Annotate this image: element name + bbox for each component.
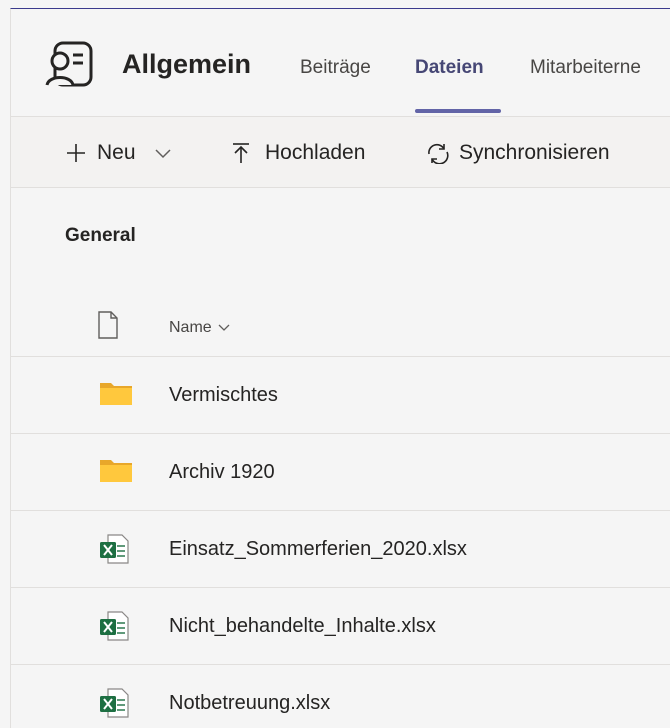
- upload-button[interactable]: Hochladen: [231, 141, 365, 165]
- folder-icon: [100, 383, 132, 405]
- files-toolbar: Neu Hochladen Synchronisieren: [11, 117, 670, 188]
- chevron-down-icon: [155, 149, 171, 159]
- folder-icon: [100, 460, 132, 482]
- plus-icon: [67, 144, 85, 162]
- upload-icon: [233, 143, 249, 163]
- chevron-down-icon: [218, 324, 230, 331]
- file-name: Vermischtes: [169, 384, 278, 406]
- document-icon: [98, 311, 118, 339]
- sync-button[interactable]: Synchronisieren: [425, 141, 610, 165]
- tab-posts[interactable]: Beiträge: [300, 57, 371, 79]
- sync-icon: [428, 143, 449, 164]
- excel-file-icon: [100, 534, 129, 564]
- name-column-header[interactable]: Name: [169, 319, 231, 337]
- team-avatar-icon: [45, 41, 93, 87]
- upload-label: Hochladen: [265, 141, 366, 164]
- list-item[interactable]: Einsatz_Sommerferien_2020.xlsx: [11, 511, 670, 588]
- file-name: Archiv 1920: [169, 461, 275, 483]
- new-label: Neu: [97, 141, 136, 164]
- name-column-label: Name: [169, 319, 212, 336]
- channel-header: Allgemein Beiträge Dateien Mitarbeiterne: [11, 9, 670, 117]
- file-name: Einsatz_Sommerferien_2020.xlsx: [169, 538, 467, 560]
- file-name: Nicht_behandelte_Inhalte.xlsx: [169, 615, 436, 637]
- tab-files[interactable]: Dateien: [415, 57, 484, 79]
- excel-file-icon: [100, 611, 129, 641]
- team-name: Allgemein: [122, 49, 252, 79]
- new-button[interactable]: Neu: [65, 141, 172, 165]
- file-list: Name Vermischtes Archiv 1920 Einsatz_Som…: [11, 294, 670, 728]
- excel-file-icon: [100, 688, 129, 718]
- list-item[interactable]: Nicht_behandelte_Inhalte.xlsx: [11, 588, 670, 665]
- list-item[interactable]: Archiv 1920: [11, 434, 670, 511]
- file-name: Notbetreuung.xlsx: [169, 692, 331, 714]
- sync-label: Synchronisieren: [459, 141, 610, 164]
- list-item[interactable]: Notbetreuung.xlsx: [11, 665, 670, 728]
- list-item[interactable]: Vermischtes: [11, 357, 670, 434]
- folder-title: General: [65, 225, 136, 246]
- list-header: Name: [11, 294, 670, 357]
- tab-staff[interactable]: Mitarbeiterne: [530, 57, 641, 79]
- teams-files-panel: Allgemein Beiträge Dateien Mitarbeiterne…: [10, 8, 670, 728]
- active-tab-indicator: [415, 109, 501, 113]
